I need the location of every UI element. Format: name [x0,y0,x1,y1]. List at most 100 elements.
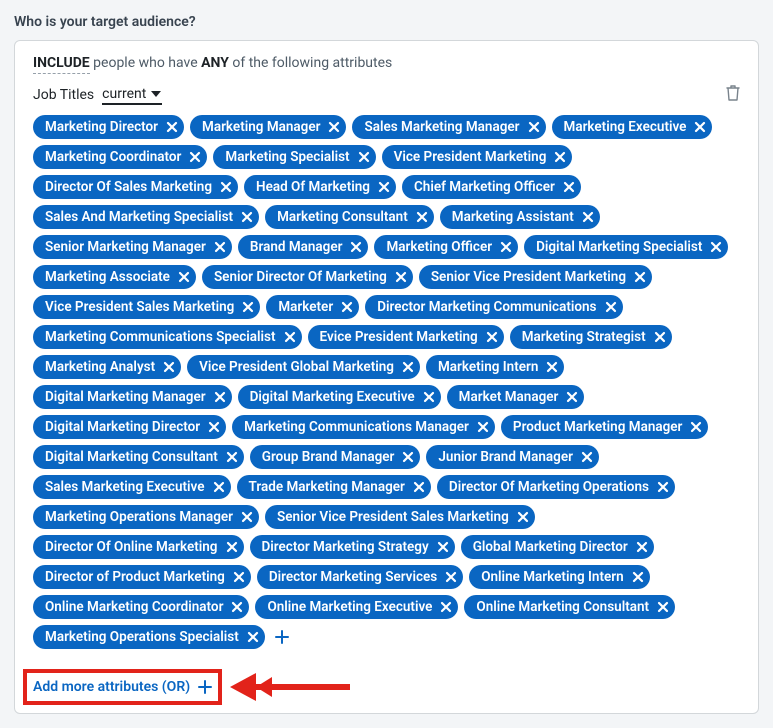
remove-pill-button[interactable] [657,481,669,493]
job-title-pill[interactable]: Digital Marketing Executive [238,385,441,409]
remove-pill-button[interactable] [226,451,238,463]
remove-pill-button[interactable] [231,601,243,613]
job-title-pill[interactable]: Digital Marketing Specialist [524,235,728,259]
remove-pill-button[interactable] [328,121,340,133]
remove-pill-button[interactable] [563,181,575,193]
job-title-pill[interactable]: Senior Marketing Manager [33,235,232,259]
remove-pill-button[interactable] [208,421,220,433]
remove-pill-button[interactable] [636,541,648,553]
job-title-pill[interactable]: Online Marketing Executive [255,595,458,619]
job-title-pill[interactable]: Director Of Sales Marketing [33,175,238,199]
job-title-pill[interactable]: Senior Director Of Marketing [202,265,413,289]
remove-pill-button[interactable] [402,361,414,373]
job-title-pill[interactable]: Junior Brand Manager [426,445,599,469]
job-title-pill[interactable]: Marketing Consultant [265,205,434,229]
job-title-pill[interactable]: Director Marketing Services [257,565,463,589]
remove-pill-button[interactable] [440,601,452,613]
job-title-pill[interactable]: Marketing Director [33,115,184,139]
remove-pill-button[interactable] [163,361,175,373]
job-title-pill[interactable]: Sales Marketing Executive [33,475,231,499]
job-title-pill[interactable]: Sales And Marketing Specialist [33,205,259,229]
remove-pill-button[interactable] [694,121,706,133]
remove-pill-button[interactable] [582,211,594,223]
remove-pill-button[interactable] [581,451,593,463]
job-title-pill[interactable]: Director Of Marketing Operations [437,475,675,499]
remove-pill-button[interactable] [242,301,254,313]
remove-pill-button[interactable] [350,241,362,253]
remove-pill-button[interactable] [445,571,457,583]
remove-pill-button[interactable] [566,391,578,403]
job-title-pill[interactable]: Digital Marketing Director [33,415,226,439]
job-title-pill[interactable]: Global Marketing Director [461,535,654,559]
scope-dropdown[interactable]: current [102,86,162,105]
remove-pill-button[interactable] [605,301,617,313]
job-title-pill[interactable]: Online Marketing Consultant [464,595,675,619]
remove-pill-button[interactable] [213,481,225,493]
job-title-pill[interactable]: Brand Manager [238,235,369,259]
remove-pill-button[interactable] [214,391,226,403]
remove-pill-button[interactable] [178,271,190,283]
job-title-pill[interactable]: Director of Product Marketing [33,565,251,589]
job-title-pill[interactable]: Marketing Communications Manager [232,415,495,439]
job-title-pill[interactable]: Head Of Marketing [244,175,396,199]
remove-pill-button[interactable] [710,241,722,253]
job-title-pill[interactable]: Digital Marketing Manager [33,385,232,409]
job-title-pill[interactable]: Director Marketing Strategy [250,535,455,559]
remove-pill-button[interactable] [214,241,226,253]
job-title-pill[interactable]: Vice President Global Marketing [187,355,420,379]
job-title-pill[interactable]: Online Marketing Coordinator [33,595,249,619]
job-title-pill[interactable]: Director Of Online Marketing [33,535,244,559]
remove-pill-button[interactable] [284,331,296,343]
job-title-pill[interactable]: Marketing Manager [190,115,346,139]
remove-pill-button[interactable] [554,151,566,163]
job-title-pill[interactable]: Vice President Sales Marketing [33,295,260,319]
job-title-pill[interactable]: Online Marketing Intern [469,565,649,589]
remove-pill-button[interactable] [528,121,540,133]
job-title-pill[interactable]: Senior Vice President Sales Marketing [265,505,535,529]
job-title-pill[interactable]: Market Manager [447,385,585,409]
job-title-pill[interactable]: Sales Marketing Manager [352,115,545,139]
remove-pill-button[interactable] [358,151,370,163]
job-title-pill[interactable]: Evice President Marketing [308,325,504,349]
delete-attribute-button[interactable] [726,85,740,105]
job-title-pill[interactable]: Marketing Executive [552,115,713,139]
job-title-pill[interactable]: Marketing Assistant [440,205,600,229]
job-title-pill[interactable]: Digital Marketing Consultant [33,445,244,469]
remove-pill-button[interactable] [226,541,238,553]
job-title-pill[interactable]: Marketing Analyst [33,355,181,379]
remove-pill-button[interactable] [341,301,353,313]
remove-pill-button[interactable] [500,241,512,253]
job-title-pill[interactable]: Marketing Officer [374,235,518,259]
job-title-pill[interactable]: Marketing Specialist [213,145,375,169]
remove-pill-button[interactable] [241,211,253,223]
remove-pill-button[interactable] [546,361,558,373]
remove-pill-button[interactable] [166,121,178,133]
job-title-pill[interactable]: Chief Marketing Officer [402,175,581,199]
job-title-pill[interactable]: Marketing Associate [33,265,196,289]
remove-pill-button[interactable] [241,511,253,523]
add-more-attributes-button[interactable]: Add more attributes (OR) [33,679,212,695]
job-title-pill[interactable]: Marketing Intern [426,355,564,379]
job-title-pill[interactable]: Vice President Marketing [382,145,573,169]
remove-pill-button[interactable] [402,451,414,463]
remove-pill-button[interactable] [477,421,489,433]
remove-pill-button[interactable] [634,271,646,283]
job-title-pill[interactable]: Marketing Operations Specialist [33,625,265,649]
job-title-pill[interactable]: Trade Marketing Manager [237,475,431,499]
remove-pill-button[interactable] [378,181,390,193]
remove-pill-button[interactable] [220,181,232,193]
remove-pill-button[interactable] [690,421,702,433]
job-title-pill[interactable]: Marketing Coordinator [33,145,207,169]
remove-pill-button[interactable] [654,331,666,343]
remove-pill-button[interactable] [395,271,407,283]
job-title-pill[interactable]: Marketing Communications Specialist [33,325,302,349]
remove-pill-button[interactable] [657,601,669,613]
add-job-title-button[interactable] [271,626,293,648]
remove-pill-button[interactable] [247,631,259,643]
job-title-pill[interactable]: Director Marketing Communications [365,295,622,319]
job-title-pill[interactable]: Marketing Strategist [510,325,672,349]
job-title-pill[interactable]: Marketing Operations Manager [33,505,259,529]
remove-pill-button[interactable] [189,151,201,163]
job-title-pill[interactable]: Marketer [266,295,359,319]
remove-pill-button[interactable] [632,571,644,583]
